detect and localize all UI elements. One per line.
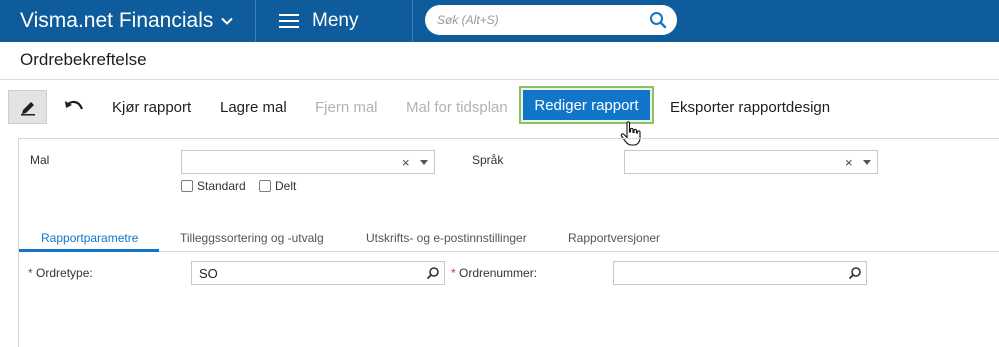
app-switcher[interactable]: Visma.net Financials (0, 0, 256, 42)
checkbox-box[interactable] (181, 180, 193, 192)
tab-bar: Rapportparametre Tilleggssortering og -u… (19, 230, 999, 252)
order-type-field[interactable]: SO (191, 261, 445, 285)
page-header: Ordrebekreftelse (0, 42, 999, 80)
field-marker: * (28, 266, 33, 280)
shared-checkbox[interactable]: Delt (259, 179, 296, 193)
checkbox-box[interactable] (259, 180, 271, 192)
chevron-down-icon (221, 17, 233, 25)
edit-report-label: Rediger rapport (523, 90, 650, 120)
search-icon[interactable] (649, 11, 667, 29)
save-template-button[interactable]: Lagre mal (220, 99, 287, 116)
menu-button[interactable]: Meny (257, 0, 413, 42)
caret-down-icon[interactable] (863, 160, 871, 165)
language-label: Språk (472, 153, 504, 167)
remove-template-button[interactable]: Fjern mal (315, 99, 378, 116)
toolbar: Kjør rapport Lagre mal Fjern mal Mal for… (0, 80, 999, 138)
top-bar: Visma.net Financials Meny (0, 0, 999, 42)
required-marker: * (451, 266, 456, 280)
run-report-button[interactable]: Kjør rapport (112, 99, 191, 116)
hamburger-icon (279, 14, 299, 28)
report-form-panel: Mal × Standard Delt Språk × Rapportparam… (18, 138, 999, 347)
template-select[interactable]: × (181, 150, 435, 174)
export-report-design-button[interactable]: Eksporter rapportdesign (670, 99, 830, 116)
active-tab-indicator (19, 249, 159, 252)
app-name: Visma.net Financials (20, 9, 214, 32)
order-type-label: * Ordretype: (28, 266, 93, 280)
menu-label: Meny (312, 10, 359, 31)
order-number-label: * Ordrenummer: (451, 266, 537, 280)
tab-report-versions[interactable]: Rapportversjoner (568, 231, 660, 245)
order-number-label-text: Ordrenummer: (459, 266, 538, 280)
tab-report-parameters[interactable]: Rapportparametre (41, 231, 138, 245)
language-select[interactable]: × (624, 150, 878, 174)
shared-label: Delt (275, 179, 297, 193)
standard-label: Standard (197, 179, 246, 193)
page-title: Ordrebekreftelse (20, 50, 147, 69)
search-icon[interactable] (426, 266, 440, 280)
standard-checkbox[interactable]: Standard (181, 179, 246, 193)
tab-additional-sorting[interactable]: Tilleggssortering og -utvalg (180, 231, 324, 245)
order-number-field[interactable] (613, 261, 867, 285)
edit-button[interactable] (8, 90, 47, 124)
template-label: Mal (30, 153, 50, 167)
clear-icon[interactable]: × (845, 155, 853, 170)
search-icon[interactable] (848, 266, 862, 280)
edit-report-button[interactable]: Rediger rapport (519, 86, 654, 124)
clear-icon[interactable]: × (402, 155, 410, 170)
search-input[interactable] (437, 11, 637, 29)
order-type-label-text: Ordretype: (36, 266, 93, 280)
caret-down-icon[interactable] (420, 160, 428, 165)
template-for-schedule-button[interactable]: Mal for tidsplan (406, 99, 508, 116)
undo-icon[interactable] (63, 97, 85, 117)
search-box (425, 5, 677, 35)
tab-print-email-settings[interactable]: Utskrifts- og e-postinnstillinger (366, 231, 527, 245)
order-type-value: SO (199, 266, 218, 281)
pencil-icon (21, 102, 35, 116)
